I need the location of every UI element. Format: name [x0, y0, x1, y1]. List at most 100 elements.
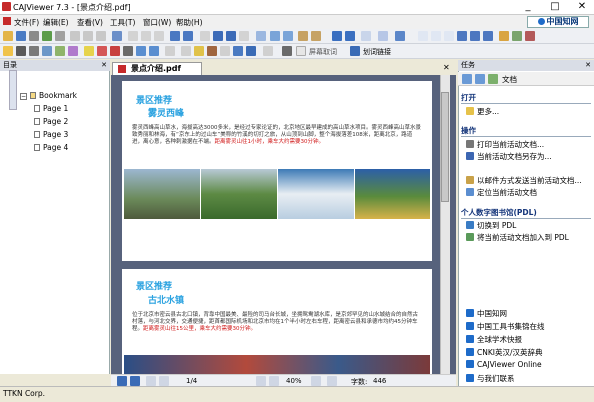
task-panel-close-icon[interactable]: ✕ [585, 60, 591, 71]
page-last-icon[interactable] [239, 31, 249, 41]
underline-icon[interactable] [97, 46, 107, 56]
hand-tool-icon[interactable] [3, 46, 13, 56]
attach-icon[interactable] [207, 46, 217, 56]
tree-bookmark[interactable]: − Bookmark [20, 91, 77, 100]
hand-icon[interactable] [298, 31, 308, 41]
menu-help[interactable]: 帮助(H) [176, 17, 203, 28]
link-contact[interactable]: 与我们联系 [466, 373, 515, 384]
page-view2-icon[interactable] [470, 31, 480, 41]
layout-single-icon[interactable] [117, 376, 127, 386]
word-link-icon[interactable] [350, 46, 360, 56]
ocr-icon[interactable] [55, 46, 65, 56]
scrollbar-thumb[interactable] [441, 92, 449, 202]
word-link-button[interactable]: 划词链接 [363, 47, 391, 57]
page-next-icon[interactable] [226, 31, 236, 41]
zoom-dropdown-icon[interactable] [361, 31, 371, 41]
tree-page-1[interactable]: Page 1 [34, 104, 68, 113]
layout-double-icon[interactable] [130, 376, 140, 386]
prev-page-icon[interactable] [141, 31, 151, 41]
save-icon[interactable] [16, 31, 26, 41]
menu-tools[interactable]: 工具(T) [110, 17, 135, 28]
link-cnki[interactable]: 中国知网 [466, 308, 507, 319]
cut-icon[interactable] [70, 31, 80, 41]
text-tool-icon[interactable] [29, 46, 39, 56]
prev-icon[interactable] [159, 376, 169, 386]
properties-icon[interactable] [263, 46, 273, 56]
switch-pdl-link[interactable]: 切换到 PDL [466, 220, 516, 231]
page-prev-icon[interactable] [213, 31, 223, 41]
page-first-icon[interactable] [200, 31, 210, 41]
rect-icon[interactable] [136, 46, 146, 56]
document-close-icon[interactable]: ✕ [443, 63, 450, 72]
email-link[interactable]: 以邮件方式发送当前活动文档... [466, 175, 582, 186]
next-icon[interactable] [256, 376, 266, 386]
ellipse-icon[interactable] [149, 46, 159, 56]
cnki-brand[interactable]: 中国知网 [527, 16, 589, 28]
text-select-icon[interactable] [16, 46, 26, 56]
rotate-icon[interactable] [256, 31, 266, 41]
tree-page-3[interactable]: Page 3 [34, 130, 68, 139]
link-online[interactable]: CAJViewer Online [466, 360, 542, 369]
stop-icon[interactable] [525, 31, 535, 41]
layout-icon[interactable] [395, 31, 405, 41]
paste-icon[interactable] [96, 31, 106, 41]
fit-width-icon[interactable] [378, 31, 388, 41]
tree-page-2[interactable]: Page 2 [34, 117, 68, 126]
erase-icon[interactable] [220, 46, 230, 56]
zoom-in-icon[interactable] [283, 31, 293, 41]
stamp-icon[interactable] [194, 46, 204, 56]
task-home-icon[interactable] [488, 74, 498, 84]
continuous-page-icon[interactable] [345, 31, 355, 41]
line-icon[interactable] [123, 46, 133, 56]
add-pdl-link[interactable]: 将当前活动文档加入到 PDL [466, 232, 569, 243]
more-link[interactable]: 更多... [466, 106, 499, 117]
print-link[interactable]: 打印当前活动文档... [466, 139, 544, 150]
open-icon[interactable] [3, 31, 13, 41]
tool-icon[interactable] [55, 31, 65, 41]
bookmark-add-icon[interactable] [181, 46, 191, 56]
link-icon[interactable] [233, 46, 243, 56]
menu-view[interactable]: 查看(V) [77, 17, 103, 28]
copy-icon[interactable] [83, 31, 93, 41]
left-panel-close-icon[interactable]: ✕ [101, 60, 107, 71]
last-icon[interactable] [269, 376, 279, 386]
menu-window[interactable]: 窗口(W) [143, 17, 171, 28]
thumbnail-icon[interactable] [512, 31, 522, 41]
save-as-link[interactable]: 当前活动文档另存为... [466, 151, 552, 162]
screen-word-icon[interactable] [282, 46, 292, 56]
task-forward-icon[interactable] [475, 74, 485, 84]
menu-file[interactable]: 文件(F) [14, 17, 39, 28]
select-icon[interactable] [311, 31, 321, 41]
view-mode3-icon[interactable] [444, 31, 454, 41]
mail-icon[interactable] [42, 31, 52, 41]
view-mode2-icon[interactable] [431, 31, 441, 41]
first-page-icon[interactable] [128, 31, 138, 41]
note-icon[interactable] [165, 46, 175, 56]
search-icon[interactable] [246, 46, 256, 56]
task-dropdown[interactable]: 文档 [502, 74, 517, 85]
highlight-icon[interactable] [84, 46, 94, 56]
link-dictionary[interactable]: CNKI英汉/汉英辞典 [466, 347, 543, 358]
link-academic[interactable]: 全球学术快报 [466, 334, 522, 345]
print-icon[interactable] [29, 31, 39, 41]
close-button[interactable]: ✕ [572, 0, 592, 15]
fullscreen-icon[interactable] [499, 31, 509, 41]
minimize-button[interactable]: _ [518, 0, 538, 15]
zoom-out-icon[interactable] [270, 31, 280, 41]
single-page-icon[interactable] [332, 31, 342, 41]
collapse-icon[interactable]: − [20, 93, 27, 100]
left-vertical-tabs[interactable] [9, 70, 17, 110]
pen-icon[interactable] [110, 46, 120, 56]
zoom-minus-icon[interactable] [311, 376, 321, 386]
menu-edit[interactable]: 编辑(E) [43, 17, 69, 28]
page-view3-icon[interactable] [483, 31, 493, 41]
maximize-button[interactable]: □ [545, 0, 565, 15]
snapshot-icon[interactable] [42, 46, 52, 56]
first-icon[interactable] [146, 376, 156, 386]
tree-page-4[interactable]: Page 4 [34, 143, 68, 152]
document-tab[interactable]: 景点介绍.pdf [112, 62, 202, 75]
next-page-icon[interactable] [154, 31, 164, 41]
task-back-icon[interactable] [462, 74, 472, 84]
zoom-level[interactable]: 40% [286, 377, 302, 385]
zoom-plus-icon[interactable] [327, 376, 337, 386]
